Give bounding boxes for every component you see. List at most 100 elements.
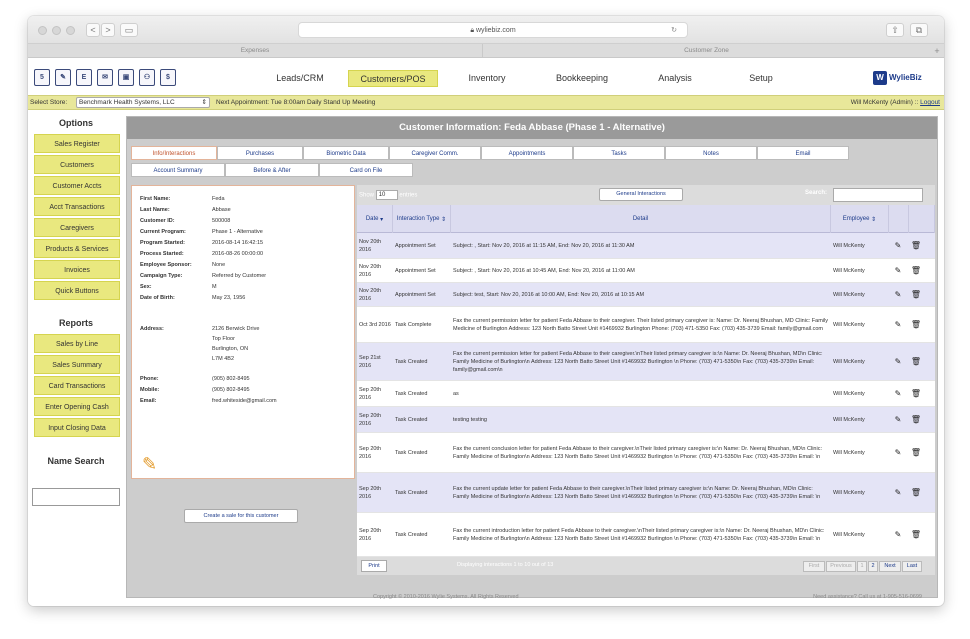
pager-page-2[interactable]: 2 [868,561,878,572]
edit-pencil-icon[interactable]: ✎ [891,513,905,556]
name-search-input[interactable] [32,488,120,506]
tab-purchases[interactable]: Purchases [217,146,303,160]
edit-pencil-icon[interactable]: ✎ [891,307,905,342]
table-row[interactable]: Sep 20th 2016 Task Created Fax the curre… [357,473,935,513]
tab-before-after[interactable]: Before & After [225,163,319,177]
edit-pencil-icon[interactable]: ✎ [891,283,905,306]
minimize-window-dot[interactable] [52,26,61,35]
delete-trash-icon[interactable]: 🗑︎ [909,407,923,432]
forward-icon[interactable]: > [101,23,115,37]
calendar-icon[interactable]: 5 [34,69,50,86]
print-button[interactable]: Print [361,560,387,572]
back-icon[interactable]: < [86,23,100,37]
pager-first[interactable]: First [803,561,825,572]
sidebar-item-input-closing-data[interactable]: Input Closing Data [34,418,120,437]
delete-trash-icon[interactable]: 🗑︎ [909,259,923,282]
tab-appointments[interactable]: Appointments [481,146,573,160]
tab-caregiver-comm[interactable]: Caregiver Comm. [389,146,481,160]
team-icon[interactable]: ⚇ [139,69,155,86]
edit-pencil-icon[interactable]: ✎ [891,473,905,512]
close-window-dot[interactable] [38,26,47,35]
sidebar-item-quick-buttons[interactable]: Quick Buttons [34,281,120,300]
nav-leads-crm[interactable]: Leads/CRM [252,70,348,87]
sidebar-item-acct-transactions[interactable]: Acct Transactions [34,197,120,216]
reload-icon[interactable]: ↻ [671,23,677,38]
edit-pencil-icon[interactable]: ✎ [891,433,905,472]
expense-icon[interactable]: E [76,69,92,86]
table-row[interactable]: Nov 20th 2016 Appointment Set Subject: t… [357,283,935,307]
tab-biometric-data[interactable]: Biometric Data [303,146,389,160]
sidebar-item-customer-accts[interactable]: Customer Accts [34,176,120,195]
delete-trash-icon[interactable]: 🗑︎ [909,433,923,472]
pager-page-1[interactable]: 1 [857,561,867,572]
tab-email[interactable]: Email [757,146,849,160]
table-row[interactable]: Sep 20th 2016 Task Created Fax the curre… [357,513,935,557]
entries-select[interactable]: 10 [375,190,398,200]
sidebar-item-caregivers[interactable]: Caregivers [34,218,120,237]
general-interactions-button[interactable]: General Interactions [599,188,683,201]
mail-icon[interactable]: ✉ [97,69,113,86]
table-row[interactable]: Nov 20th 2016 Appointment Set Subject: ,… [357,259,935,283]
table-row[interactable]: Sep 20th 2016 Task Created testing testi… [357,407,935,433]
table-row[interactable]: Sep 21st 2016 Task Created Fax the curre… [357,343,935,381]
delete-trash-icon[interactable]: 🗑︎ [909,473,923,512]
new-tab-icon[interactable]: + [930,44,944,58]
delete-trash-icon[interactable]: 🗑︎ [909,513,923,556]
tab-tasks[interactable]: Tasks [573,146,665,160]
column-header-employee[interactable]: Employee ⇕ [831,205,889,233]
edit-customer-pencil-icon[interactable]: ✎ [142,454,157,475]
address-bar[interactable]: 🔒︎ wyliebiz.com ↻ [298,22,688,38]
contact-card-icon[interactable]: ▣ [118,69,134,86]
search-input[interactable] [833,188,923,202]
browser-tab-expenses[interactable]: Expenses [28,44,483,58]
sidebar-item-invoices[interactable]: Invoices [34,260,120,279]
tab-account-summary[interactable]: Account Summary [131,163,225,177]
edit-pencil-icon[interactable]: ✎ [891,381,905,406]
sidebar-item-sales-by-line[interactable]: Sales by Line [34,334,120,353]
delete-trash-icon[interactable]: 🗑︎ [909,307,923,342]
sidebar-item-products-services[interactable]: Products & Services [34,239,120,258]
pager-next[interactable]: Next [879,561,901,572]
maximize-window-dot[interactable] [66,26,75,35]
create-sale-button[interactable]: Create a sale for this customer [184,509,298,523]
sidebar-item-sales-register[interactable]: Sales Register [34,134,120,153]
browser-tab-customer-zone[interactable]: Customer Zone [484,44,929,58]
edit-pencil-icon[interactable]: ✎ [891,407,905,432]
billing-icon[interactable]: $ [160,69,176,86]
sidebar-item-sales-summary[interactable]: Sales Summary [34,355,120,374]
delete-trash-icon[interactable]: 🗑︎ [909,233,923,258]
column-header-interaction-type[interactable]: Interaction Type ⇕ [393,205,451,233]
sidebar-item-card-transactions[interactable]: Card Transactions [34,376,120,395]
nav-bookkeeping[interactable]: Bookkeeping [534,70,630,87]
delete-trash-icon[interactable]: 🗑︎ [909,283,923,306]
store-select[interactable]: Benchmark Health Systems, LLC ⇕ [76,97,210,108]
next-appointment[interactable]: Next Appointment: Tue 8:00am Daily Stand… [216,96,375,109]
edit-pencil-icon[interactable]: ✎ [891,233,905,258]
sidebar-toggle-icon[interactable]: ▭ [120,23,138,37]
tab-card-on-file[interactable]: Card on File [319,163,413,177]
column-header-date[interactable]: Date ▾ [357,205,393,233]
sidebar-item-customers[interactable]: Customers [34,155,120,174]
tabs-overview-icon[interactable]: ⧉ [910,23,928,37]
wyliebiz-logo[interactable]: W WylieBiz [873,70,922,86]
sidebar-item-enter-opening-cash[interactable]: Enter Opening Cash [34,397,120,416]
nav-setup[interactable]: Setup [718,70,804,87]
tab-info-interactions[interactable]: Info/Interactions [131,146,217,160]
delete-trash-icon[interactable]: 🗑︎ [909,343,923,380]
nav-inventory[interactable]: Inventory [444,70,530,87]
notes-icon[interactable]: ✎ [55,69,71,86]
pager-previous[interactable]: Previous [826,561,856,572]
nav-customers-pos[interactable]: Customers/POS [348,70,438,87]
table-row[interactable]: Sep 20th 2016 Task Created as Will McKen… [357,381,935,407]
table-row[interactable]: Sep 20th 2016 Task Created Fax the curre… [357,433,935,473]
table-row[interactable]: Nov 20th 2016 Appointment Set Subject: ,… [357,233,935,259]
pager-last[interactable]: Last [902,561,922,572]
delete-trash-icon[interactable]: 🗑︎ [909,381,923,406]
logout-link[interactable]: Logout [920,99,940,106]
column-header-detail[interactable]: Detail [451,205,831,233]
share-icon[interactable]: ⇧ [886,23,904,37]
nav-analysis[interactable]: Analysis [632,70,718,87]
tab-notes[interactable]: Notes [665,146,757,160]
table-row[interactable]: Oct 3rd 2016 Task Complete Fax the curre… [357,307,935,343]
edit-pencil-icon[interactable]: ✎ [891,259,905,282]
